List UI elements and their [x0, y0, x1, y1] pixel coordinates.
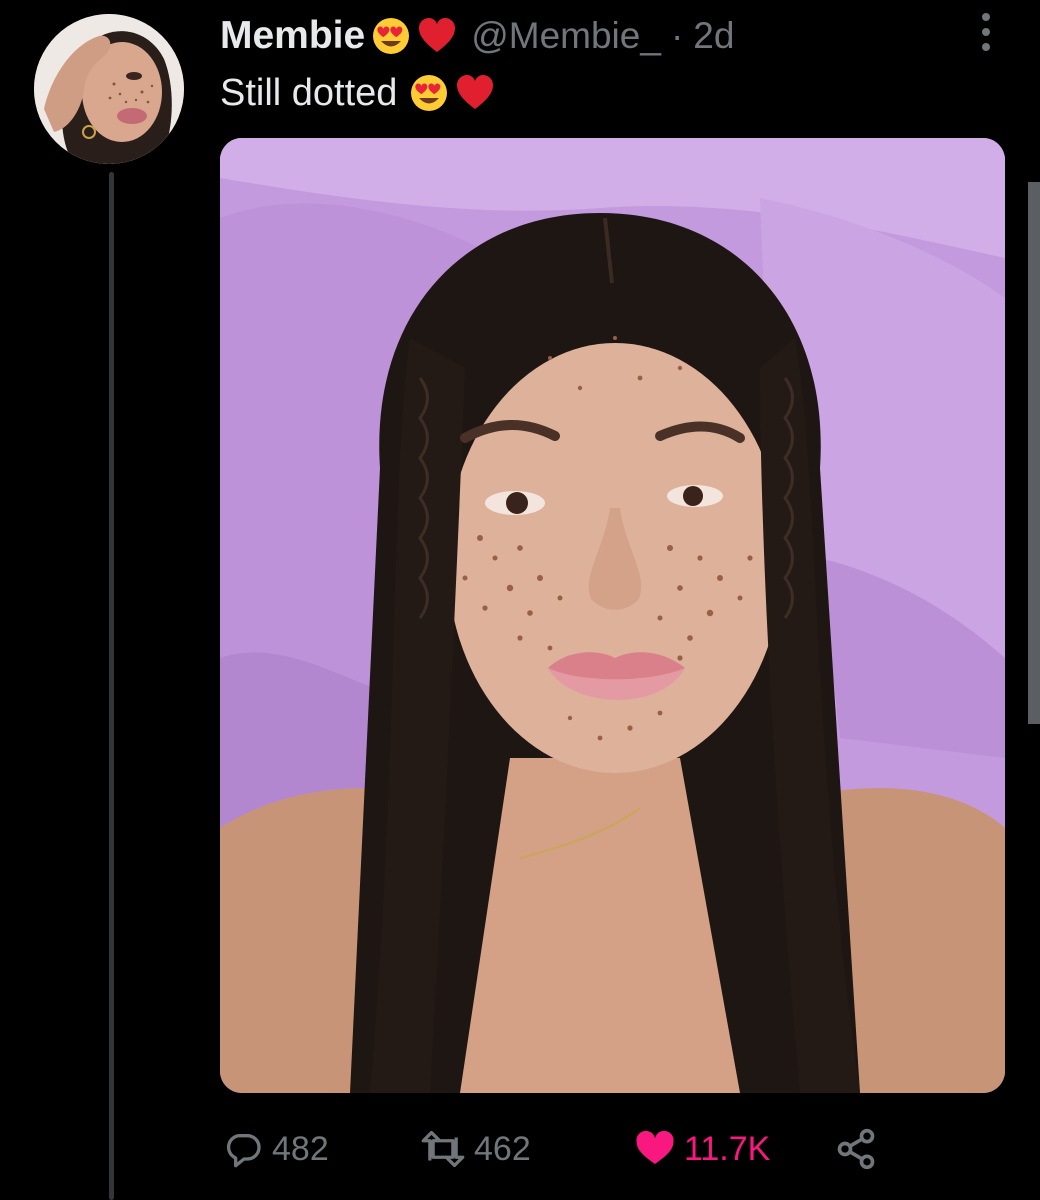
reply-count: 482 — [272, 1129, 329, 1168]
tweet-actions: 482 462 11.7K — [220, 1118, 1010, 1180]
avatar[interactable] — [34, 14, 184, 164]
more-options-icon[interactable] — [972, 10, 1000, 54]
tweet-header: Membie @Membie_ · 2d — [220, 12, 734, 60]
tweet-text-content: Still dotted — [220, 71, 398, 114]
reply-button[interactable]: 482 — [224, 1118, 329, 1180]
separator-dot: · — [670, 15, 684, 56]
share-icon — [837, 1128, 875, 1170]
heart-icon — [636, 1130, 674, 1164]
user-handle[interactable]: @Membie_ — [471, 15, 661, 57]
reply-icon — [226, 1134, 261, 1168]
tweet[interactable]: Membie @Membie_ · 2d Still dotted 482 46… — [0, 0, 1040, 1200]
display-name[interactable]: Membie — [220, 14, 365, 58]
red-heart-emoji — [455, 73, 495, 113]
retweet-icon — [421, 1130, 465, 1168]
thread-line — [109, 172, 114, 1200]
like-count: 11.7K — [684, 1129, 771, 1168]
tweet-text: Still dotted — [220, 68, 495, 118]
red-heart-emoji — [417, 16, 457, 56]
retweet-button[interactable]: 462 — [420, 1118, 531, 1180]
scrollbar[interactable] — [1028, 182, 1040, 724]
tweet-timestamp[interactable]: 2d — [693, 15, 734, 57]
heart-eyes-emoji — [371, 16, 411, 56]
like-button[interactable]: 11.7K — [634, 1118, 770, 1180]
tweet-photo[interactable] — [220, 138, 1005, 1093]
retweet-count: 462 — [474, 1129, 531, 1168]
heart-eyes-emoji — [409, 73, 449, 113]
share-button[interactable] — [834, 1118, 886, 1180]
